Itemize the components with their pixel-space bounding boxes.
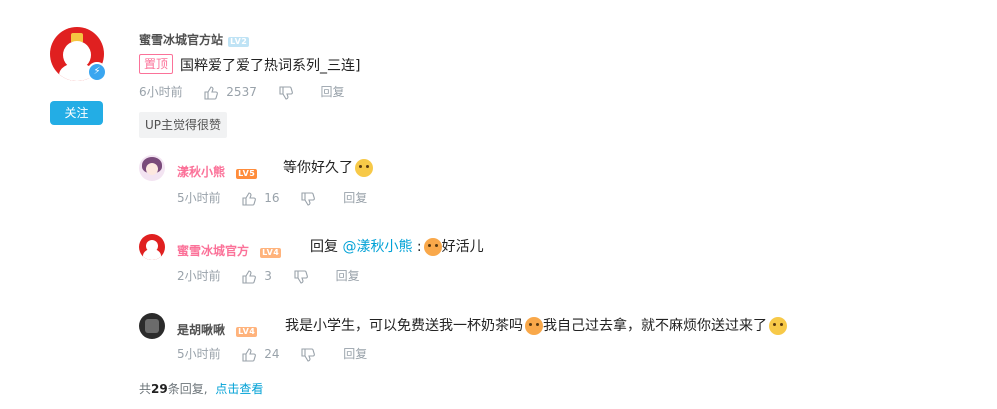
reply-button[interactable]: 回复 <box>336 269 360 283</box>
reply-text-row: 等你好久了 <box>283 157 373 177</box>
main-username[interactable]: 蜜雪冰城官方站 <box>139 33 223 47</box>
reply-text-row: 回复 @漾秋小熊 : 好活儿 <box>310 236 484 256</box>
main-comment-meta: 6小时前 2537 回复 <box>139 84 345 100</box>
replies-summary: 共29条回复, 点击查看 <box>139 381 263 397</box>
main-username-row: 蜜雪冰城官方站 LV2 <box>139 29 250 48</box>
reply-meta: 5小时前 24 回复 <box>177 346 367 362</box>
follow-button[interactable]: 关注 <box>50 101 103 125</box>
reply-username[interactable]: 蜜雪冰城官方 <box>177 244 249 258</box>
like-count: 16 <box>264 191 280 205</box>
reply-avatar[interactable] <box>139 155 165 181</box>
grin-face-icon <box>355 159 373 177</box>
crying-face-icon <box>525 317 543 335</box>
pinned-tag: 置顶 <box>139 54 174 74</box>
reply-prefix: 回复 <box>310 239 338 255</box>
verified-icon: ⚡ <box>87 62 107 82</box>
thumb-down-icon[interactable] <box>301 347 316 362</box>
comment-time: 6小时前 <box>139 85 183 99</box>
avatar-shape <box>145 319 159 333</box>
comment-time: 2小时前 <box>177 269 221 283</box>
reply-text: 我是小学生，可以免费送我一杯奶茶吗 <box>285 318 523 334</box>
snowman-face-shape <box>63 41 91 69</box>
thumb-down-icon[interactable] <box>301 191 316 206</box>
face-shape <box>146 163 158 175</box>
reply-text-row: 我是小学生，可以免费送我一杯奶茶吗 我自己过去拿，就不麻烦你送过来了 <box>285 315 787 335</box>
reply-meta: 2小时前 3 回复 <box>177 268 360 284</box>
level-badge: LV4 <box>236 327 258 337</box>
level-badge: LV5 <box>236 169 258 179</box>
reply-text: 等你好久了 <box>283 160 353 176</box>
reply-button[interactable]: 回复 <box>321 85 345 99</box>
thumb-up-icon[interactable] <box>242 269 257 284</box>
reply-text: 好活儿 <box>441 239 484 255</box>
reply-username-row: 漾秋小熊 LV5 <box>177 161 258 180</box>
level-badge: LV2 <box>228 37 250 47</box>
reply-username-row: 是胡啾啾 LV4 <box>177 319 258 338</box>
grin-face-icon <box>769 317 787 335</box>
comment-time: 5小时前 <box>177 347 221 361</box>
reply-username[interactable]: 漾秋小熊 <box>177 165 225 179</box>
reply-username[interactable]: 是胡啾啾 <box>177 323 225 337</box>
up-liked-badge: UP主觉得很赞 <box>139 112 228 138</box>
comment-time: 5小时前 <box>177 191 221 205</box>
level-badge: LV4 <box>260 248 282 258</box>
like-count: 24 <box>264 347 280 361</box>
reply-meta: 5小时前 16 回复 <box>177 190 367 206</box>
reply-button[interactable]: 回复 <box>343 347 367 361</box>
thumb-down-icon[interactable] <box>294 269 308 284</box>
reply-button[interactable]: 回复 <box>343 191 367 205</box>
reply-avatar[interactable] <box>139 234 165 260</box>
thumb-up-icon[interactable] <box>242 347 257 362</box>
main-comment-text: 国粹爱了爱了热词系列_三连] <box>180 58 361 74</box>
thumb-down-icon[interactable] <box>279 85 293 100</box>
reply-username-row: 蜜雪冰城官方 LV4 <box>177 240 282 259</box>
view-replies-link[interactable]: 点击查看 <box>215 382 263 396</box>
reply-count: 29 <box>151 382 168 396</box>
thumb-up-icon[interactable] <box>242 191 257 206</box>
like-count: 2537 <box>226 85 257 99</box>
summary-suffix: 条回复, <box>167 382 208 396</box>
reply-colon: : <box>416 239 422 255</box>
like-count: 3 <box>264 269 272 283</box>
reply-text-continued: 我自己过去拿，就不麻烦你送过来了 <box>543 318 767 334</box>
summary-prefix: 共 <box>139 382 152 396</box>
thumb-up-icon[interactable] <box>204 85 219 100</box>
mention-link[interactable]: @漾秋小熊 <box>342 239 412 255</box>
reply-avatar[interactable] <box>139 313 165 339</box>
crying-face-icon <box>423 238 442 256</box>
snowman-face-shape <box>146 240 158 252</box>
